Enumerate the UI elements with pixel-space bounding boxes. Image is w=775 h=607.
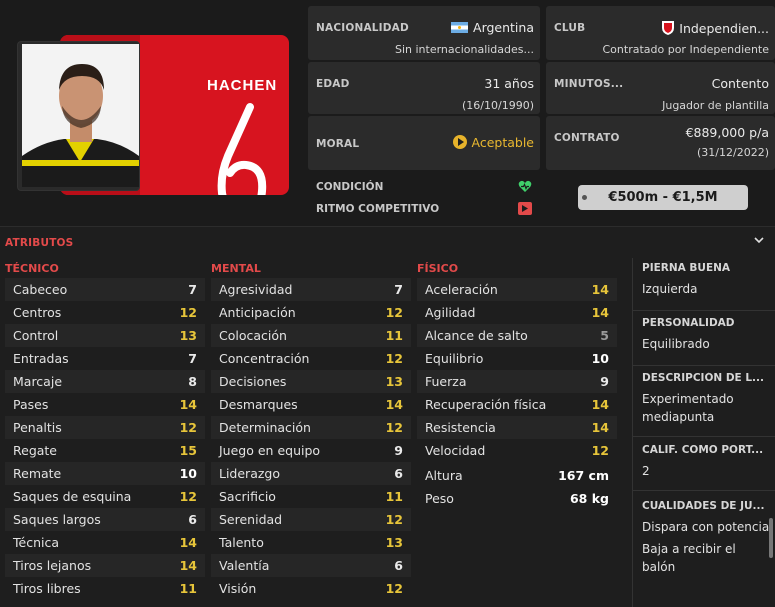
- mental-list: Agresividad 7 Anticipación 12 Colocación 11…: [211, 278, 411, 600]
- attribute-row[interactable]: Tiros lejanos 14: [5, 554, 205, 577]
- playing-time-happiness: Contento: [711, 76, 769, 91]
- attribute-row[interactable]: Regate 15: [5, 439, 205, 462]
- attribute-row[interactable]: Centros 12: [5, 301, 205, 324]
- attribute-row[interactable]: Resistencia 14: [417, 416, 617, 439]
- attribute-row[interactable]: Tiros libres 11: [5, 577, 205, 600]
- player-photo[interactable]: [22, 44, 139, 187]
- personality: PERSONALIDAD Equilibrado: [642, 317, 735, 351]
- goalkeeper-rating: CALIF. COMO PORT... 2: [642, 444, 764, 478]
- attribute-row[interactable]: Remate 10: [5, 462, 205, 485]
- attribute-row[interactable]: Penaltis 12: [5, 416, 205, 439]
- attribute-row[interactable]: Determinación 12: [211, 416, 411, 439]
- condition-heart-icon[interactable]: [518, 180, 532, 193]
- attribute-row[interactable]: Saques de esquina 12: [5, 485, 205, 508]
- morale-value: Aceptable: [471, 135, 535, 150]
- attribute-row[interactable]: Talento 13: [211, 531, 411, 554]
- condition-label: CONDICIÓN: [316, 181, 384, 193]
- attribute-row[interactable]: Sacrificio 11: [211, 485, 411, 508]
- attribute-row[interactable]: Control 13: [5, 324, 205, 347]
- nationality-value: Argentina: [473, 20, 534, 35]
- attribute-row[interactable]: Alcance de salto 5: [417, 324, 617, 347]
- attribute-row[interactable]: Decisiones 13: [211, 370, 411, 393]
- attribute-row[interactable]: Agilidad 14: [417, 301, 617, 324]
- weight-value: 68 kg: [569, 491, 609, 506]
- attribute-row[interactable]: Agresividad 7: [211, 278, 411, 301]
- kit-number: [217, 103, 267, 195]
- attribute-row[interactable]: Entradas 7: [5, 347, 205, 370]
- club-contract-status: Contratado por Independiente: [602, 43, 770, 56]
- age-tile: EDAD 31 años (16/10/1990): [308, 62, 540, 114]
- nationality-tile[interactable]: NACIONALIDAD Argentina Sin internacional…: [308, 6, 540, 60]
- contract-expiry: (31/12/2022): [697, 146, 769, 159]
- match-fitness-label: RITMO COMPETITIVO: [316, 203, 440, 215]
- international-caps: Sin internacionalidades...: [394, 43, 534, 56]
- technical-heading: TÉCNICO: [5, 262, 59, 275]
- attribute-row[interactable]: Equilibrio 10: [417, 347, 617, 370]
- weight-row: Peso 68 kg: [425, 491, 609, 506]
- mental-heading: MENTAL: [211, 262, 261, 275]
- club-value: Independien...: [679, 21, 769, 36]
- attribute-row[interactable]: Técnica 14: [5, 531, 205, 554]
- trait-item: Dispara con potencia: [642, 520, 770, 534]
- attribute-row[interactable]: Desmarques 14: [211, 393, 411, 416]
- club-crest-icon: [662, 21, 675, 35]
- attribute-row[interactable]: Juego en equipo 9: [211, 439, 411, 462]
- argentina-flag-icon: [451, 22, 469, 33]
- attribute-row[interactable]: Liderazgo 6: [211, 462, 411, 485]
- attribute-row[interactable]: Concentración 12: [211, 347, 411, 370]
- attributes-title: ATRIBUTOS: [5, 237, 74, 249]
- birth-date: (16/10/1990): [462, 99, 534, 112]
- attribute-row[interactable]: Anticipación 12: [211, 301, 411, 324]
- kit-name: HACHEN: [207, 77, 278, 94]
- side-panel-scrollbar[interactable]: [769, 518, 773, 558]
- height-row: Altura 167 cm: [425, 468, 609, 483]
- chevron-down-icon[interactable]: [753, 234, 765, 246]
- attribute-row[interactable]: Recuperación física 14: [417, 393, 617, 416]
- playing-time-tile[interactable]: MINUTOS... Contento Jugador de plantilla: [546, 62, 775, 114]
- club-tile[interactable]: CLUB Independien... Contratado por Indep…: [546, 6, 775, 60]
- morale-icon: [452, 135, 467, 149]
- height-value: 167 cm: [558, 468, 609, 483]
- morale-tile[interactable]: MORAL Aceptable: [308, 116, 540, 170]
- trait-item: Baja a recibir el balón: [642, 542, 736, 574]
- preferred-foot: PIERNA BUENA Izquierda: [642, 262, 731, 296]
- squad-status: Jugador de plantilla: [662, 99, 769, 112]
- attribute-row[interactable]: Cabeceo 7: [5, 278, 205, 301]
- player-description: DESCRIPCIÓN DE L... Experimentado mediap…: [642, 372, 765, 424]
- match-fitness-icon[interactable]: [518, 202, 532, 215]
- transfer-value[interactable]: €500m - €1,5M: [578, 185, 748, 210]
- attribute-row[interactable]: Pases 14: [5, 393, 205, 416]
- contract-tile[interactable]: CONTRATO €889,000 p/a (31/12/2022): [546, 116, 775, 170]
- attribute-row[interactable]: Valentía 6: [211, 554, 411, 577]
- attribute-row[interactable]: Marcaje 8: [5, 370, 205, 393]
- contract-wage: €889,000 p/a: [685, 125, 769, 140]
- attribute-row[interactable]: Aceleración 14: [417, 278, 617, 301]
- physical-heading: FÍSICO: [417, 262, 459, 275]
- attribute-row[interactable]: Saques largos 6: [5, 508, 205, 531]
- attribute-row[interactable]: Velocidad 12: [417, 439, 617, 462]
- physical-list: Aceleración 14 Agilidad 14 Alcance de salt…: [417, 278, 617, 462]
- player-traits: CUALIDADES DE JU... Dispara con potencia…: [642, 500, 770, 574]
- age-value: 31 años: [484, 76, 534, 91]
- attribute-row[interactable]: Colocación 11: [211, 324, 411, 347]
- player-header: HACHEN NACIONALIDAD Argentina Sin intern…: [0, 0, 775, 226]
- technical-list: Cabeceo 7 Centros 12 Control 13 Entradas 7 M…: [5, 278, 205, 600]
- attributes-bar[interactable]: ATRIBUTOS: [0, 226, 775, 258]
- attribute-row[interactable]: Serenidad 12: [211, 508, 411, 531]
- side-panel: PIERNA BUENA Izquierda PERSONALIDAD Equi…: [632, 258, 775, 607]
- attribute-row[interactable]: Fuerza 9: [417, 370, 617, 393]
- attribute-row[interactable]: Visión 12: [211, 577, 411, 600]
